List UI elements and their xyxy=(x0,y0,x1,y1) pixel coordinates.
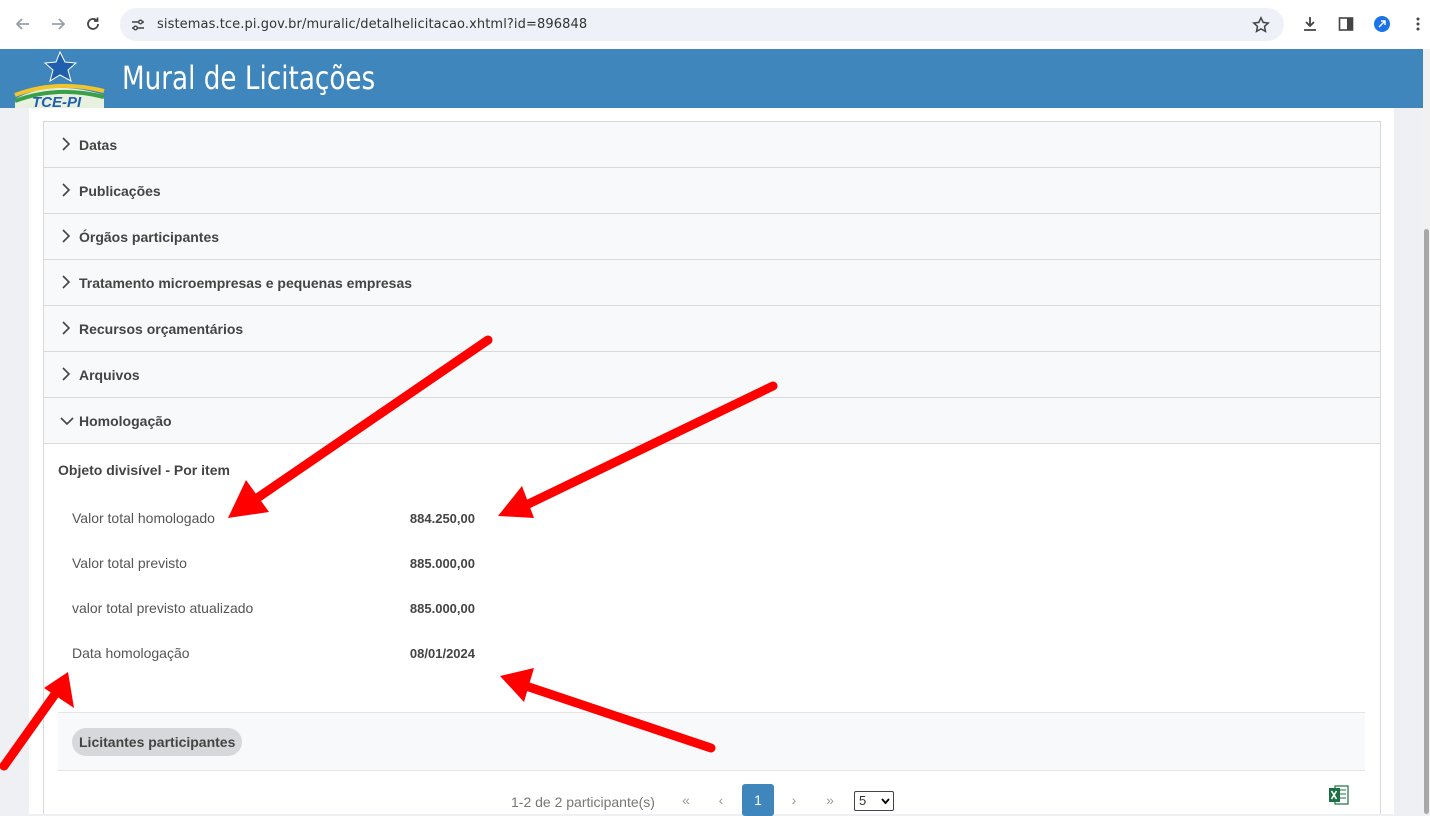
accordion-label: Homologação xyxy=(79,413,172,429)
accordion-label: Recursos orçamentários xyxy=(79,321,244,337)
field-label: Data homologação xyxy=(72,645,190,661)
chevron-right-icon xyxy=(62,183,71,197)
chevron-right-icon xyxy=(62,321,71,335)
excel-export-icon[interactable] xyxy=(1328,784,1350,806)
back-icon[interactable] xyxy=(12,13,34,35)
star-icon[interactable] xyxy=(1252,16,1270,39)
forward-icon[interactable] xyxy=(47,13,69,35)
rows-per-page-value: 5 xyxy=(859,793,867,808)
menu-dots-icon[interactable] xyxy=(1408,14,1428,34)
accordion-label: Datas xyxy=(79,137,118,153)
object-title: Objeto divisível - Por item xyxy=(58,462,230,478)
page-1-button[interactable]: 1 xyxy=(742,784,774,816)
field-value: 885.000,00 xyxy=(409,601,475,616)
rows-per-page-select[interactable]: 5 xyxy=(854,791,894,811)
homologacao-panel: Objeto divisível - Por item Valor total … xyxy=(43,444,1381,816)
site-header: TCE-PI Mural de Licitações xyxy=(0,49,1423,111)
accordion-label: Arquivos xyxy=(79,367,140,383)
tab-licitantes-participantes[interactable]: Licitantes participantes xyxy=(72,728,243,756)
accordion-item-tratamento[interactable]: Tratamento microempresas e pequenas empr… xyxy=(44,260,1380,306)
site-settings-icon[interactable] xyxy=(130,17,146,38)
chevron-right-icon xyxy=(62,367,71,381)
licitantes-tabstrip: Licitantes participantes xyxy=(58,712,1365,771)
pager-summary: 1-2 de 2 participante(s) xyxy=(511,794,655,810)
accordion-item-homologacao[interactable]: Homologação xyxy=(44,398,1380,444)
extension-icon[interactable] xyxy=(1372,14,1392,34)
url-text[interactable]: sistemas.tce.pi.gov.br/muralic/detalheli… xyxy=(157,17,587,32)
page-scrollbar[interactable] xyxy=(1423,49,1430,814)
accordion-item-datas[interactable]: Datas xyxy=(44,122,1380,168)
field-label: Valor total homologado xyxy=(72,510,215,526)
accordion-item-recursos[interactable]: Recursos orçamentários xyxy=(44,306,1380,352)
prev-page-button[interactable]: ‹ xyxy=(705,784,737,816)
last-page-button[interactable]: » xyxy=(814,784,846,816)
address-bar[interactable]: sistemas.tce.pi.gov.br/muralic/detalheli… xyxy=(120,8,1284,41)
details-accordion: Datas Publicações Órgãos participantes T… xyxy=(43,121,1381,444)
accordion-item-orgaos[interactable]: Órgãos participantes xyxy=(44,214,1380,260)
field-label: Valor total previsto xyxy=(72,555,187,571)
accordion-label: Publicações xyxy=(79,183,161,199)
field-value: 885.000,00 xyxy=(409,556,475,571)
next-page-button[interactable]: › xyxy=(778,784,810,816)
reload-icon[interactable] xyxy=(82,13,104,35)
accordion-item-publicacoes[interactable]: Publicações xyxy=(44,168,1380,214)
scrollbar-thumb[interactable] xyxy=(1424,229,1429,814)
accordion-item-arquivos[interactable]: Arquivos xyxy=(44,352,1380,398)
field-value: 884.250,00 xyxy=(409,511,475,526)
sidepanel-icon[interactable] xyxy=(1336,14,1356,34)
browser-toolbar: sistemas.tce.pi.gov.br/muralic/detalheli… xyxy=(0,0,1430,50)
field-label: valor total previsto atualizado xyxy=(72,600,254,616)
page-title: Mural de Licitações xyxy=(122,59,376,97)
tce-pi-logo[interactable]: TCE-PI xyxy=(12,49,108,111)
download-icon[interactable] xyxy=(1300,14,1320,34)
chevron-down-icon xyxy=(60,417,74,426)
accordion-label: Órgãos participantes xyxy=(79,229,220,245)
chevron-right-icon xyxy=(62,275,71,289)
accordion-label: Tratamento microempresas e pequenas empr… xyxy=(79,275,413,291)
chevron-right-icon xyxy=(62,229,71,243)
chevron-down-icon xyxy=(881,798,890,805)
field-value: 08/01/2024 xyxy=(409,646,475,661)
first-page-button[interactable]: « xyxy=(670,784,702,816)
svg-text:TCE-PI: TCE-PI xyxy=(32,94,82,108)
chevron-right-icon xyxy=(62,137,71,151)
